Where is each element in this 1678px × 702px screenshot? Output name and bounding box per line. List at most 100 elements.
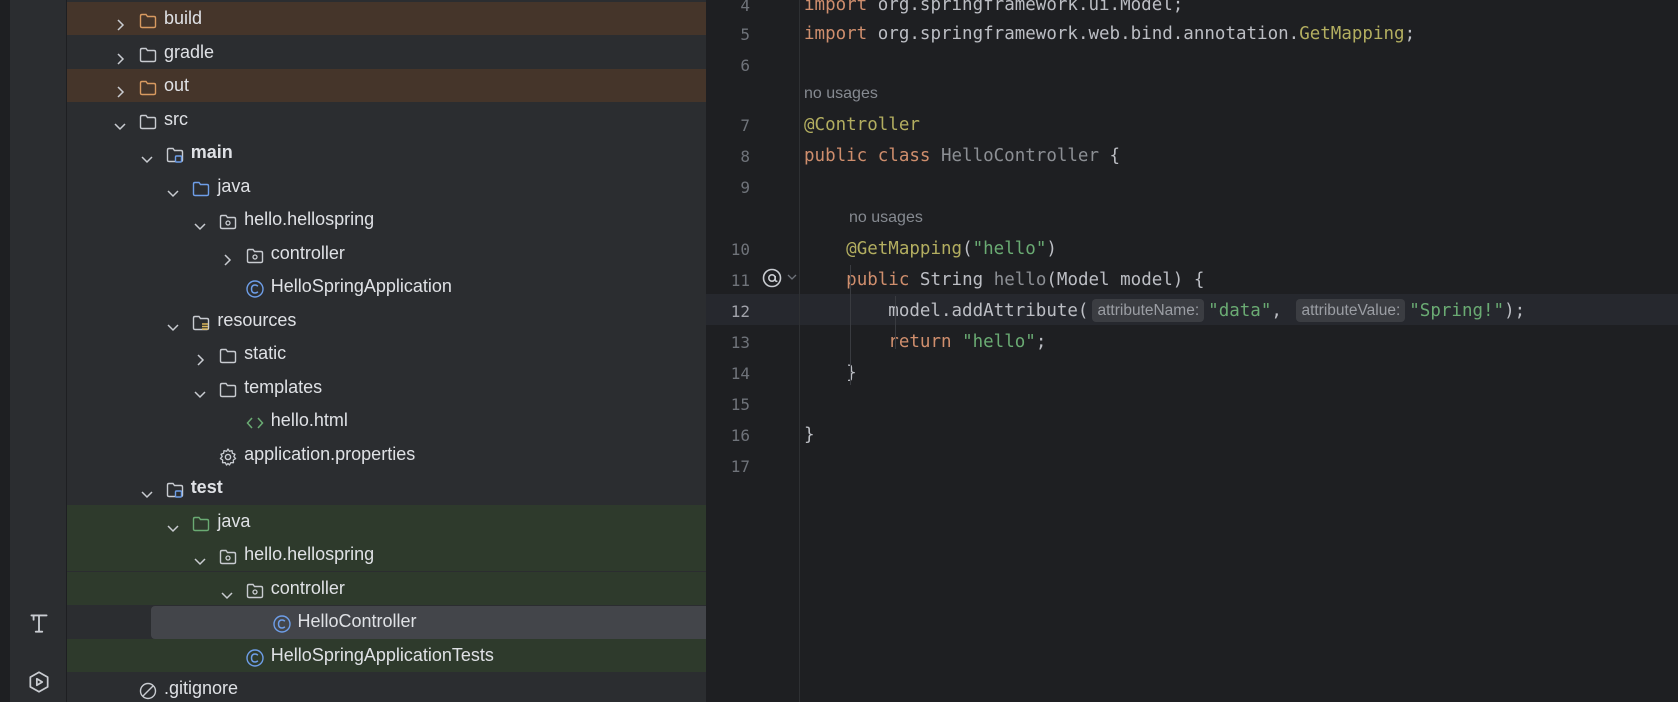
chevron-down-icon[interactable] <box>112 112 128 130</box>
tree-item-label: src <box>164 108 188 129</box>
tree-item-controller[interactable]: controller <box>67 237 706 270</box>
chevron-down-icon[interactable] <box>139 145 155 164</box>
line-number: 14 <box>730 364 750 383</box>
tree-item-label: HelloSpringApplication <box>270 276 452 296</box>
package-icon <box>245 244 265 264</box>
project-tool-window: build gradle out src main java hello.hellospri… <box>67 0 706 702</box>
indent-guide <box>850 265 851 385</box>
tree-item-label: hello.hellospring <box>244 209 375 229</box>
tree-item-hello-hellospring[interactable]: hello.hellospring <box>67 203 706 236</box>
chevron-down-icon[interactable] <box>192 547 208 566</box>
tree-item-label: hello.html <box>270 410 348 430</box>
folder-orange-icon <box>138 9 158 29</box>
tree-item-static[interactable]: static <box>67 337 706 370</box>
tree-item-templates[interactable]: templates <box>67 371 706 404</box>
chevron-right-icon[interactable] <box>192 346 208 366</box>
code-line[interactable]: 16} <box>706 420 1678 451</box>
tree-item-label: test <box>190 477 223 497</box>
line-number: 5 <box>740 25 750 44</box>
code-text: import org.springframework.web.bind.anno… <box>804 19 1415 50</box>
code-line[interactable]: 10 @GetMapping("hello") <box>706 234 1678 265</box>
chevron-down-icon[interactable] <box>192 380 208 398</box>
tree-item-out[interactable]: out <box>67 69 706 102</box>
code-text: import org.springframework.ui.Model; <box>804 0 1183 21</box>
tree-item-main[interactable]: main <box>67 136 706 169</box>
code-token: "data" <box>1208 301 1272 321</box>
request-mapping-at-icon[interactable] <box>760 266 784 290</box>
module-folder-icon <box>165 143 185 163</box>
usage-hint[interactable]: no usages <box>804 80 878 108</box>
window-edge <box>0 0 10 702</box>
tree-item-label: controller <box>270 242 345 263</box>
chevron-right-icon[interactable] <box>112 78 128 98</box>
code-text: } <box>804 358 857 389</box>
code-token: (Model model) { <box>1046 270 1205 290</box>
line-number: 9 <box>740 178 750 197</box>
class-icon <box>245 277 265 298</box>
usage-hint[interactable]: no usages <box>849 204 923 232</box>
code-line[interactable]: 11 public String hello(Model model) { <box>706 265 1678 296</box>
build-hammer-icon[interactable] <box>24 608 54 638</box>
tree-item-label: .gitignore <box>164 678 239 698</box>
chevron-down-icon[interactable] <box>219 581 235 599</box>
tree-item-java[interactable]: java <box>67 504 706 538</box>
code-token: ; <box>1404 24 1416 44</box>
folder-icon <box>138 110 158 130</box>
tree-item-label: build <box>164 8 203 28</box>
tree-item-controller[interactable]: controller <box>67 571 706 605</box>
code-line[interactable]: 12 model.addAttribute(attributeName: "dat… <box>706 296 1678 327</box>
line-number: 12 <box>730 302 750 321</box>
chevron-down-icon[interactable] <box>165 179 181 197</box>
code-line[interactable]: 4 import org.springframework.ui.Model; <box>706 0 1678 21</box>
tree-item-gradle[interactable]: gradle <box>67 36 706 69</box>
tree-item-hellocontroller[interactable]: HelloController <box>67 605 706 638</box>
tree-item-label: templates <box>244 376 323 397</box>
code-token: ; <box>1035 332 1047 352</box>
chevron-right-icon[interactable] <box>112 11 128 31</box>
chevron-right-icon[interactable] <box>112 45 128 65</box>
code-token: { <box>1099 146 1121 166</box>
chevron-down-icon[interactable] <box>139 480 155 499</box>
code-token: ); <box>1504 301 1526 321</box>
chevron-down-icon[interactable] <box>165 313 181 331</box>
chevron-down-icon[interactable] <box>165 514 181 532</box>
tree-item-build[interactable]: build <box>67 2 706 35</box>
chevron-right-icon[interactable] <box>219 246 235 266</box>
tree-item-hello-html[interactable]: hello.html <box>67 404 706 437</box>
code-line[interactable]: 15 <box>706 389 1678 420</box>
code-line[interactable]: 8 public class HelloController { <box>706 141 1678 172</box>
code-token: import <box>804 0 878 15</box>
code-token: public class <box>804 146 941 166</box>
tree-item-gitignore[interactable]: .gitignore <box>67 672 706 702</box>
code-line[interactable]: 7 @Controller <box>706 110 1678 141</box>
tree-item-label: main <box>190 142 233 162</box>
code-line[interactable]: 14 } <box>706 358 1678 389</box>
line-number: 16 <box>730 426 750 445</box>
tree-item-label: java <box>217 175 251 196</box>
tree-item-hellospringapplicationtests[interactable]: HelloSpringApplicationTests <box>67 638 706 672</box>
chevron-down-icon[interactable] <box>192 212 208 231</box>
tree-item-src[interactable]: src <box>67 103 706 136</box>
tree-item-resources[interactable]: resources <box>67 304 706 337</box>
code-text: @GetMapping("hello") <box>804 234 1057 265</box>
code-token: @GetMapping <box>846 239 963 259</box>
tree-item-test[interactable]: test <box>67 471 706 504</box>
package-icon <box>245 579 265 599</box>
code-line[interactable]: 17 <box>706 451 1678 482</box>
code-line[interactable]: 13 return "hello"; <box>706 327 1678 358</box>
code-line[interactable]: 9 <box>706 172 1678 203</box>
code-line[interactable]: 5 import org.springframework.web.bind.ann… <box>706 19 1678 50</box>
code-editor[interactable]: no usages no usages 4 import org.springfram… <box>706 0 1678 702</box>
code-line[interactable]: 6 <box>706 50 1678 81</box>
code-text: @Controller <box>804 110 920 141</box>
run-services-icon[interactable] <box>24 667 54 697</box>
fold-chevron-icon[interactable] <box>786 271 798 283</box>
tree-item-hellospringapplication[interactable]: HelloSpringApplication <box>67 270 706 303</box>
tree-item-java[interactable]: java <box>67 170 706 203</box>
tree-item-application-properties[interactable]: application.properties <box>67 438 706 471</box>
tree-item-label: resources <box>217 309 297 330</box>
line-number: 8 <box>740 147 750 166</box>
tree-item-hello-hellospring[interactable]: hello.hellospring <box>67 538 706 571</box>
code-token: , <box>1271 301 1293 321</box>
